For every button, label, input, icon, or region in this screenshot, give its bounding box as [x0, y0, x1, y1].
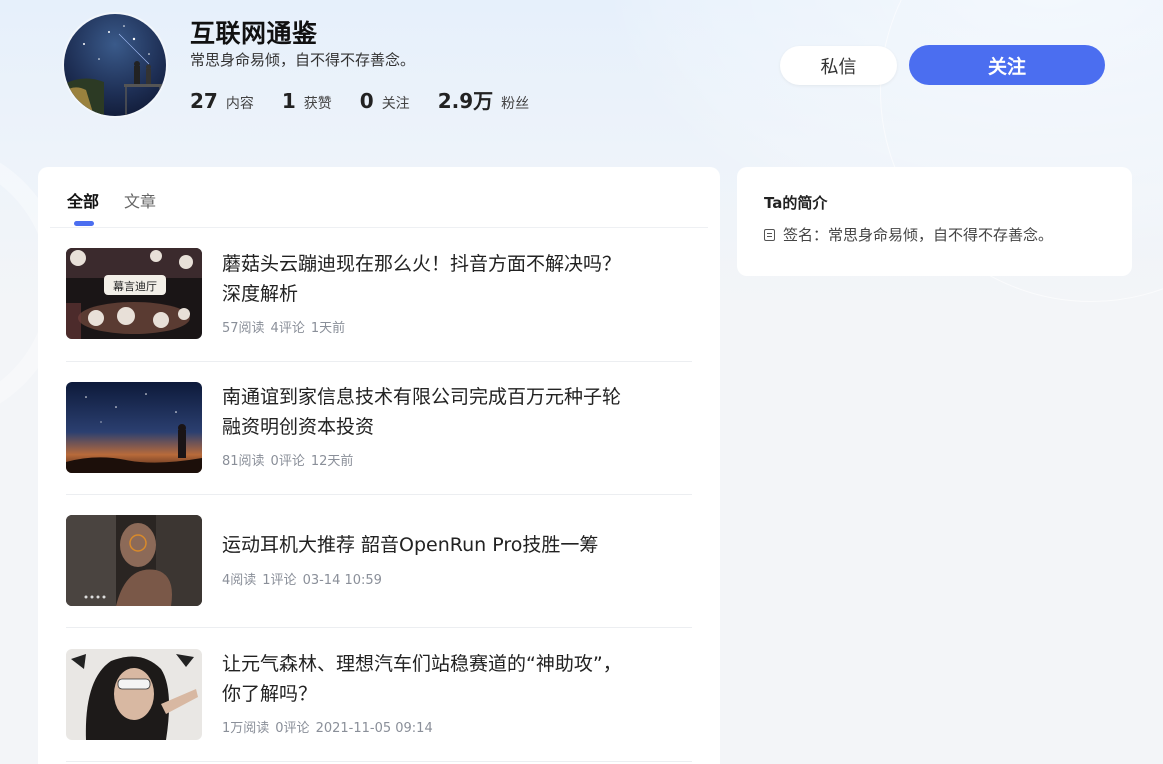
- document-icon: [764, 228, 775, 241]
- tab-articles[interactable]: 文章: [124, 188, 156, 212]
- stat-content[interactable]: 27 内容: [190, 89, 254, 113]
- article-thumbnail[interactable]: [66, 382, 202, 473]
- article-meta: 4阅读 1评论 03-14 10:59: [222, 569, 388, 588]
- article-title[interactable]: 运动耳机大推荐 韶音OpenRun Pro技胜一筹: [222, 530, 632, 560]
- article-reads: 1万阅读: [222, 721, 270, 736]
- article-item[interactable]: 南通谊到家信息技术有限公司完成百万元种子轮融资明创资本投资 81阅读 0评论 12天…: [66, 361, 692, 495]
- article-meta: 57阅读 4评论 1天前: [222, 317, 351, 336]
- profile-name: 互联网通鉴: [190, 19, 318, 48]
- tab-all[interactable]: 全部: [67, 188, 99, 212]
- article-thumbnail[interactable]: [66, 515, 202, 606]
- article-meta: 81阅读 0评论 12天前: [222, 450, 359, 469]
- intro-signature-text: 签名：常思身命易倾，自不得不存善念。: [783, 226, 1054, 244]
- article-time: 1天前: [310, 321, 346, 336]
- article-comments: 4评论: [270, 321, 305, 336]
- stat-likes-count: 1: [281, 89, 296, 113]
- stat-following-label: 关注: [381, 96, 410, 112]
- content-feed: 全部 文章 幕言迪厅 蘑菇头云蹦迪现在那么火！抖音方面不解决吗？深度解析 57阅…: [38, 167, 720, 764]
- article-title[interactable]: 南通谊到家信息技术有限公司完成百万元种子轮融资明创资本投资: [222, 382, 632, 442]
- article-comments: 0评论: [270, 454, 305, 469]
- stat-followers-label: 粉丝: [501, 96, 530, 112]
- article-thumbnail[interactable]: [66, 649, 202, 740]
- stat-likes: 1 获赞: [282, 89, 332, 113]
- stat-followers-count: 2.9万: [437, 89, 494, 113]
- stat-followers[interactable]: 2.9万 粉丝: [438, 85, 529, 114]
- avatar[interactable]: [64, 14, 166, 116]
- article-reads: 81阅读: [222, 454, 265, 469]
- article-comments: 0评论: [275, 721, 310, 736]
- stat-content-label: 内容: [225, 96, 254, 112]
- content-tabs: 全部 文章: [38, 167, 720, 228]
- article-thumbnail[interactable]: 幕言迪厅: [66, 248, 202, 339]
- article-meta: 1万阅读 0评论 2021-11-05 09:14: [222, 717, 439, 736]
- article-time: 12天前: [310, 454, 354, 469]
- article-reads: 4阅读: [222, 573, 257, 588]
- active-tab-indicator: [74, 221, 94, 226]
- article-item[interactable]: 让元气森林、理想汽车们站稳赛道的“神助攻”，你了解吗？ 1万阅读 0评论 2021-…: [66, 628, 692, 762]
- profile-bio: 常思身命易倾，自不得不存善念。: [190, 51, 416, 69]
- stat-following-count: 0: [359, 89, 374, 113]
- stat-following[interactable]: 0 关注: [360, 89, 410, 113]
- profile-intro-card: Ta的简介 签名：常思身命易倾，自不得不存善念。: [737, 167, 1132, 276]
- article-time: 03-14 10:59: [302, 573, 382, 588]
- article-item[interactable]: 运动耳机大推荐 韶音OpenRun Pro技胜一筹 4阅读 1评论 03-14 10…: [66, 494, 692, 628]
- profile-stats: 27 内容 1 获赞 0 关注 2.9万 粉丝: [190, 85, 557, 114]
- article-reads: 57阅读: [222, 321, 265, 336]
- article-comments: 1评论: [262, 573, 297, 588]
- message-button[interactable]: 私信: [780, 46, 897, 85]
- article-item[interactable]: 幕言迪厅 蘑菇头云蹦迪现在那么火！抖音方面不解决吗？深度解析 57阅读 4评论 1天…: [66, 228, 692, 362]
- thumbnail-caption: 幕言迪厅: [113, 279, 157, 293]
- stat-content-count: 27: [190, 89, 218, 113]
- article-title[interactable]: 让元气森林、理想汽车们站稳赛道的“神助攻”，你了解吗？: [222, 649, 632, 709]
- article-time: 2021-11-05 09:14: [315, 721, 433, 736]
- stat-likes-label: 获赞: [303, 96, 332, 112]
- intro-title: Ta的简介: [764, 194, 828, 212]
- follow-button[interactable]: 关注: [909, 45, 1105, 85]
- intro-signature: 签名：常思身命易倾，自不得不存善念。: [764, 224, 1053, 245]
- article-title[interactable]: 蘑菇头云蹦迪现在那么火！抖音方面不解决吗？深度解析: [222, 249, 632, 309]
